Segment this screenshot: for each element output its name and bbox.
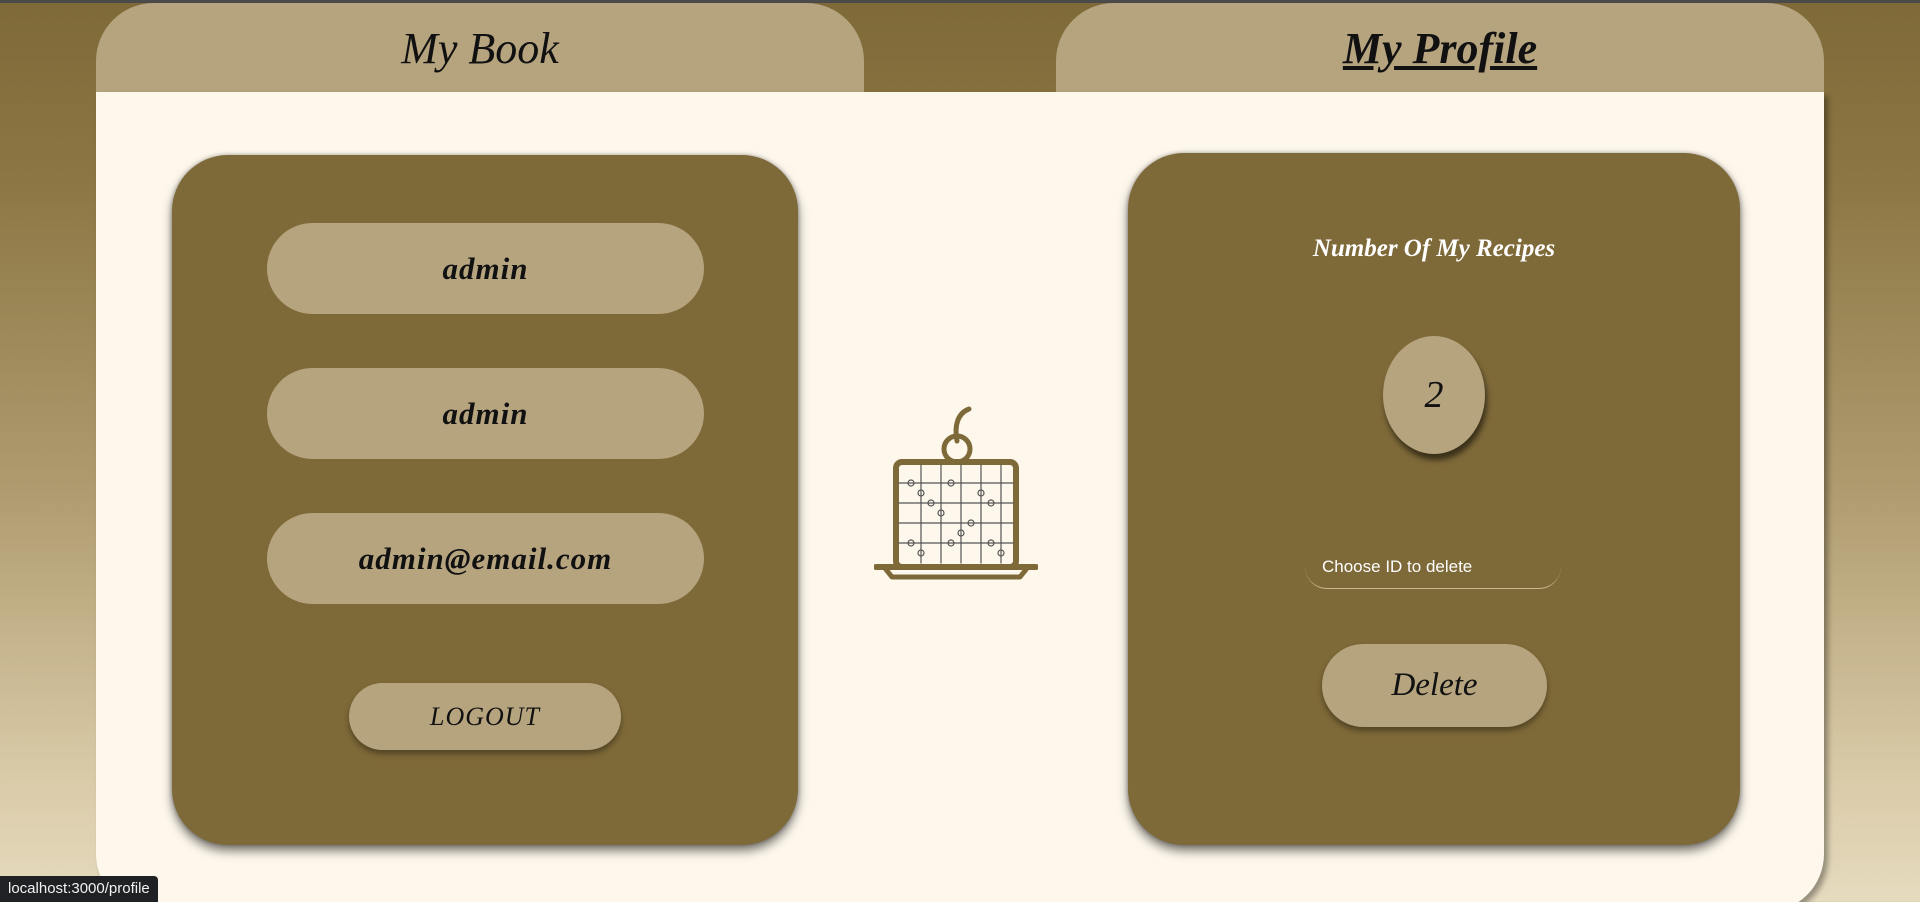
delete-label: Delete: [1391, 667, 1478, 703]
tab-my-book-label: My Book: [401, 23, 559, 73]
tab-my-profile-label: My Profile: [1342, 23, 1538, 73]
logout-label: LOGOUT: [429, 701, 541, 731]
cake-puzzle-icon: [874, 406, 1038, 580]
email-field: admin@email.com: [267, 513, 704, 604]
email-value: admin@email.com: [358, 540, 613, 576]
status-bar-url: localhost:3000/profile: [0, 876, 158, 902]
name-field: admin: [267, 368, 704, 459]
recipes-card: Number Of My Recipes 2 Delete: [1128, 153, 1740, 845]
username-value: admin: [442, 250, 529, 286]
logout-button[interactable]: LOGOUT: [349, 683, 621, 750]
name-value: admin: [442, 395, 529, 431]
tab-my-book[interactable]: My Book: [96, 3, 864, 93]
user-info-card: admin admin admin@email.com LOGOUT: [172, 155, 798, 845]
delete-button[interactable]: Delete: [1322, 644, 1547, 727]
recipes-count-badge: 2: [1383, 336, 1485, 454]
recipes-count-value: 2: [1424, 374, 1444, 416]
tab-my-profile[interactable]: My Profile: [1056, 3, 1824, 93]
delete-id-input[interactable]: [1305, 545, 1561, 589]
recipes-count-heading: Number Of My Recipes: [1312, 235, 1556, 262]
username-field: admin: [267, 223, 704, 314]
